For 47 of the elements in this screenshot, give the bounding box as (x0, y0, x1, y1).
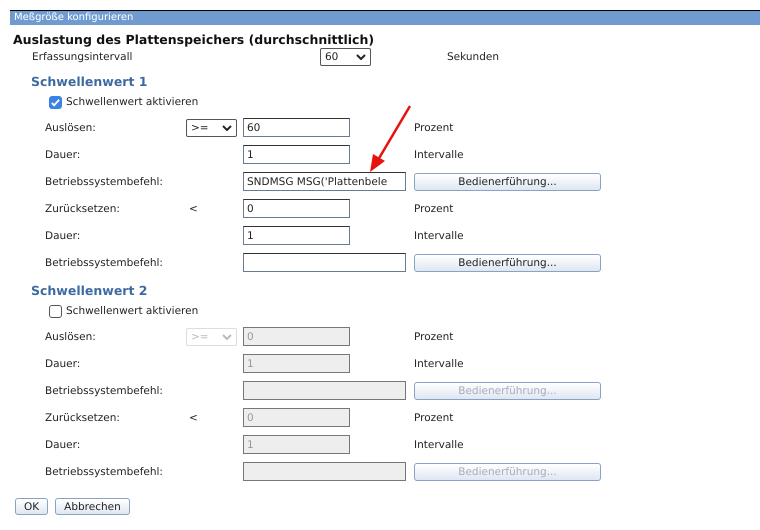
section-title: Schwellenwert 1 (31, 74, 148, 90)
checkbox-label: Schwellenwert aktivieren (66, 96, 198, 108)
field-label: Betriebssystembefehl: (45, 466, 164, 478)
input-field[interactable]: 60 (243, 118, 350, 137)
checkbox-label: Schwellenwert aktivieren (66, 305, 198, 317)
page-heading: Auslastung des Plattenspeichers (durchschnittlich) (13, 32, 376, 47)
unit-label: Prozent (414, 122, 454, 134)
interval-label: Erfassungsintervall (32, 51, 134, 63)
cancel-button[interactable]: Abbrechen (55, 498, 130, 515)
field-label: Betriebssystembefehl: (45, 176, 164, 188)
field-label: Betriebssystembefehl: (45, 256, 164, 268)
prompt-button[interactable]: Bedienerführung... (414, 254, 601, 272)
checkbox[interactable] (49, 304, 62, 318)
field-label: Auslösen: (45, 330, 97, 342)
prompt-button[interactable]: Bedienerführung... (414, 172, 601, 190)
input-field[interactable]: 0 (243, 199, 350, 218)
unit-label: Intervalle (414, 230, 464, 242)
unit-label: Intervalle (414, 358, 464, 370)
field-label: Dauer: (45, 358, 82, 370)
field-label: Betriebssystembefehl: (45, 384, 164, 396)
window-title: Meßgröße konfigurieren (10, 10, 760, 25)
interval-select[interactable]: 60 (320, 48, 371, 66)
chevron-icon (356, 54, 366, 60)
chevron-icon (222, 334, 232, 340)
field-label: Dauer: (45, 438, 82, 450)
unit-label: Intervalle (414, 438, 464, 450)
field-label: Dauer: (45, 148, 82, 160)
operator-select[interactable]: >= (186, 118, 237, 136)
input-field[interactable]: 1 (243, 145, 350, 164)
chevron-icon (222, 124, 232, 130)
unit-label: Sekunden (447, 51, 499, 63)
input-field[interactable] (243, 253, 406, 272)
field-label: Zurücksetzen: (45, 202, 121, 214)
checkbox[interactable] (49, 96, 62, 108)
field-label: Zurücksetzen: (45, 412, 121, 424)
operator-label: < (189, 202, 198, 214)
ok-button[interactable]: OK (15, 498, 48, 515)
section-title: Schwellenwert 2 (31, 283, 148, 299)
operator-label: < (189, 412, 198, 424)
field-label: Dauer: (45, 230, 82, 242)
unit-label: Prozent (414, 330, 454, 342)
unit-label: Prozent (414, 202, 454, 214)
unit-label: Prozent (414, 412, 454, 424)
input-field[interactable]: 1 (243, 226, 350, 245)
input-field[interactable]: SNDMSG MSG('Plattenbele (243, 172, 406, 191)
unit-label: Intervalle (414, 148, 464, 160)
field-label: Auslösen: (45, 122, 97, 134)
